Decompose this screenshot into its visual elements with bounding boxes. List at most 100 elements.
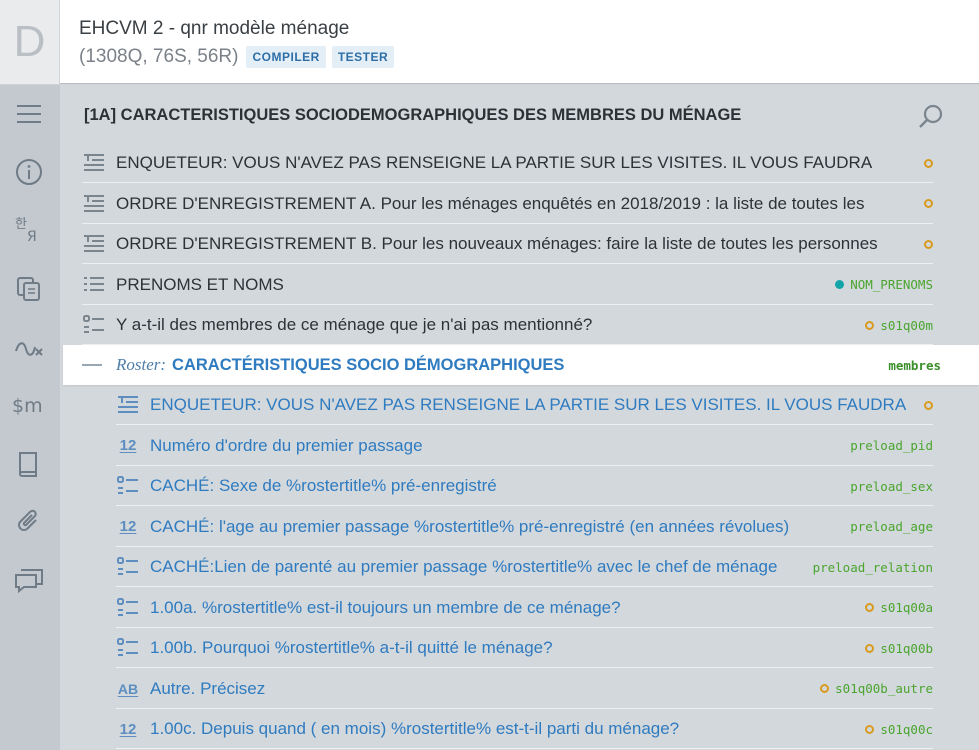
text-glyph: AB bbox=[117, 680, 139, 697]
roster-question-row[interactable]: 12 1.00c. Depuis quand ( en mois) %roster… bbox=[116, 709, 933, 749]
numeric-icon: 12 bbox=[116, 435, 140, 457]
book-icon[interactable] bbox=[12, 447, 46, 481]
header: D EHCVM 2 - qnr modèle ménage (1308Q, 76… bbox=[0, 0, 979, 84]
question-text: 1.00a. %rostertitle% est-il toujours un … bbox=[150, 597, 621, 617]
variable-name: s01q00b_autre bbox=[820, 681, 933, 696]
variable-name: s01q00b bbox=[865, 641, 933, 656]
question-row[interactable]: ORDRE D'ENREGISTREMENT A. Pour les ménag… bbox=[82, 184, 933, 224]
search-icon[interactable] bbox=[917, 103, 945, 131]
status-warning-icon bbox=[924, 400, 933, 410]
routing-icon[interactable] bbox=[12, 330, 46, 364]
question-text: ENQUETEUR: VOUS N'AVEZ PAS RENSEIGNE LA … bbox=[116, 153, 873, 172]
question-text: 1.00c. Depuis quand ( en mois) %rosterti… bbox=[150, 719, 680, 738]
left-toolbar: 한Я $m bbox=[0, 85, 60, 750]
copy-icon[interactable] bbox=[12, 272, 46, 306]
variable-name: s01q00m bbox=[865, 318, 933, 333]
question-row[interactable]: ENQUETEUR: VOUS N'AVEZ PAS RENSEIGNE LA … bbox=[82, 143, 933, 183]
question-text: Autre. Précisez bbox=[150, 678, 266, 698]
status-warning-icon bbox=[820, 684, 830, 693]
roster-variable: membres bbox=[888, 357, 941, 373]
question-row[interactable]: PRENOMS ET NOMS NOM_PRENOMS bbox=[82, 265, 933, 305]
question-text: ENQUETEUR: VOUS N'AVEZ PAS RENSEIGNE LA … bbox=[150, 395, 907, 414]
status-warning-icon bbox=[924, 199, 933, 208]
variable-name bbox=[924, 199, 933, 208]
question-text: CACHÉ: l'age au premier passage %rostert… bbox=[150, 516, 790, 536]
roster-question-row[interactable]: CACHÉ:Lien de parenté au premier passage… bbox=[116, 547, 933, 587]
status-warning-icon bbox=[865, 603, 875, 612]
roster-question-row[interactable]: 1.00b. Pourquoi %rostertitle% a-t-il qui… bbox=[116, 628, 933, 668]
collapse-icon[interactable] bbox=[82, 364, 102, 366]
variable-name: s01q00c bbox=[865, 722, 933, 737]
logo-letter: D bbox=[13, 17, 46, 66]
static-text-icon bbox=[82, 193, 106, 215]
comments-icon[interactable] bbox=[12, 563, 46, 597]
question-text: CACHÉ: Sexe de %rostertitle% pré-enregis… bbox=[150, 476, 497, 495]
question-text: CACHÉ:Lien de parenté au premier passage… bbox=[150, 557, 778, 576]
variable-label: preload_sex bbox=[850, 478, 933, 494]
roster-question-row[interactable]: ENQUETEUR: VOUS N'AVEZ PAS RENSEIGNE LA … bbox=[116, 385, 933, 425]
single-select-icon bbox=[116, 597, 140, 619]
questionnaire-info: (1308Q, 76S, 56R) COMPILER TESTER bbox=[79, 46, 395, 68]
info-icon[interactable] bbox=[12, 155, 46, 189]
question-row[interactable]: ORDRE D'ENREGISTREMENT B. Pour les nouve… bbox=[82, 224, 933, 264]
single-select-icon bbox=[82, 314, 106, 336]
variable-label: preload_age bbox=[850, 519, 933, 534]
variable-label: NOM_PRENOMS bbox=[850, 277, 933, 292]
roster-question-row[interactable]: 1.00a. %rostertitle% est-il toujours un … bbox=[116, 588, 933, 628]
roster-question-row[interactable]: 12 CACHÉ: l'age au premier passage %roste… bbox=[116, 507, 933, 547]
static-text-icon bbox=[82, 233, 106, 255]
question-text: ORDRE D'ENREGISTREMENT B. Pour les nouve… bbox=[116, 234, 878, 253]
single-select-icon bbox=[116, 475, 140, 497]
variable-name bbox=[924, 158, 933, 168]
roster-label: Roster: bbox=[116, 355, 167, 374]
numeric-glyph: 12 bbox=[119, 720, 137, 738]
roster-question-row[interactable]: AB Autre. Précisez s01q00b_autre bbox=[116, 669, 933, 709]
question-text: Numéro d'ordre du premier passage bbox=[150, 435, 423, 455]
variable-name: s01q00a bbox=[865, 600, 933, 615]
row-divider bbox=[116, 748, 933, 749]
section-title: [1A] CARACTERISTIQUES SOCIODEMOGRAPHIQUE… bbox=[84, 106, 742, 124]
status-warning-icon bbox=[924, 239, 933, 249]
question-row[interactable]: Y a-t-il des membres de ce ménage que je… bbox=[82, 305, 933, 345]
status-warning-icon bbox=[865, 320, 875, 330]
svg-text:Я: Я bbox=[27, 229, 37, 244]
roster-question-row[interactable]: CACHÉ: Sexe de %rostertitle% pré-enregis… bbox=[116, 466, 933, 506]
variable-name: preload_pid bbox=[850, 438, 933, 453]
variable-label: s01q00c bbox=[880, 721, 933, 737]
status-warning-icon bbox=[924, 158, 933, 168]
status-warning-icon bbox=[865, 724, 875, 734]
numeric-icon: 12 bbox=[116, 718, 140, 740]
numeric-icon: 12 bbox=[116, 516, 140, 538]
variable-name bbox=[924, 400, 933, 410]
numeric-glyph: 12 bbox=[119, 518, 137, 535]
menu-icon[interactable] bbox=[12, 97, 46, 131]
translate-icon[interactable]: 한Я bbox=[12, 212, 46, 246]
macros-icon[interactable]: $m bbox=[12, 388, 46, 422]
test-button[interactable]: TESTER bbox=[331, 46, 395, 68]
roster-title: CARACTÉRISTIQUES SOCIO DÉMOGRAPHIQUES bbox=[172, 355, 565, 374]
variable-label: s01q00b_autre bbox=[835, 681, 933, 696]
attachment-icon[interactable] bbox=[12, 505, 46, 539]
variable-name: preload_sex bbox=[850, 479, 933, 494]
question-text: Y a-t-il des membres de ce ménage que je… bbox=[116, 315, 593, 334]
text-icon: AB bbox=[116, 678, 140, 700]
questionnaire-title: EHCVM 2 - qnr modèle ménage bbox=[79, 18, 350, 39]
status-ok-icon bbox=[835, 280, 845, 289]
compile-button[interactable]: COMPILER bbox=[246, 46, 326, 68]
variable-label: s01q00b bbox=[880, 640, 933, 656]
static-text-icon bbox=[116, 394, 140, 416]
single-select-icon bbox=[116, 556, 140, 578]
variable-name: preload_age bbox=[850, 519, 933, 534]
variable-label: preload_relation bbox=[812, 559, 933, 575]
status-warning-icon bbox=[865, 643, 875, 653]
roster-header[interactable]: Roster: CARACTÉRISTIQUES SOCIO DÉMOGRAPH… bbox=[63, 345, 979, 385]
variable-label: preload_pid bbox=[850, 438, 933, 453]
single-select-icon bbox=[116, 637, 140, 659]
variable-name bbox=[924, 239, 933, 249]
designer-logo[interactable]: D bbox=[0, 0, 60, 84]
roster-question-row[interactable]: 12 Numéro d'ordre du premier passage prelo… bbox=[116, 426, 933, 466]
list-question-icon bbox=[82, 274, 106, 296]
numeric-glyph: 12 bbox=[119, 437, 137, 454]
svg-text:$m: $m bbox=[12, 395, 43, 417]
static-text-icon bbox=[82, 152, 106, 174]
